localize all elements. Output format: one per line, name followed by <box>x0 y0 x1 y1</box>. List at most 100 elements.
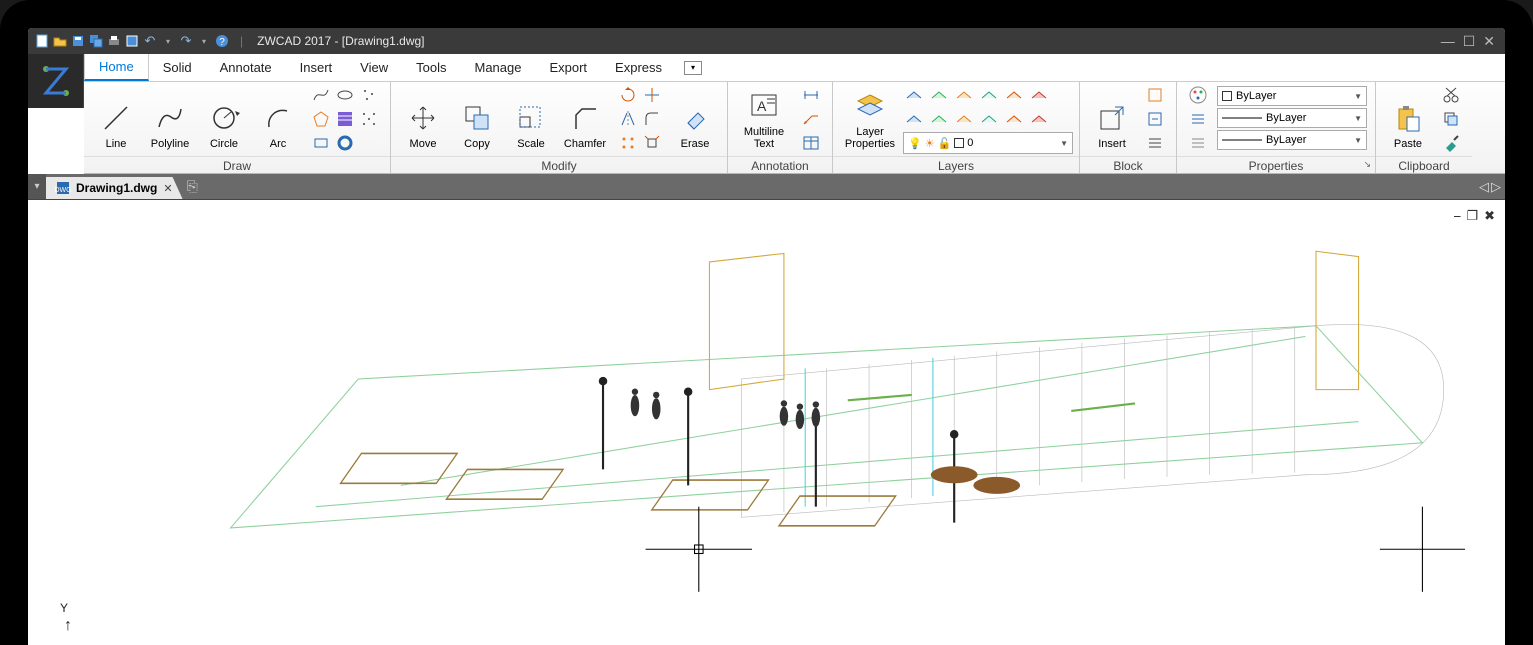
viewport-restore-icon[interactable]: ❐ <box>1466 208 1478 224</box>
polygon-icon[interactable] <box>310 108 332 130</box>
layer-combo[interactable]: 💡 ☀ 🔓 0 ▼ <box>903 132 1073 154</box>
menu-annotate[interactable]: Annotate <box>206 54 286 81</box>
saveall-icon[interactable] <box>88 33 104 49</box>
minimize-button[interactable]: — <box>1441 33 1455 49</box>
ellipse-icon[interactable] <box>334 84 356 106</box>
tab-close-button[interactable]: ✕ <box>163 182 172 195</box>
window-title: ZWCAD 2017 - [Drawing1.dwg] <box>247 34 1431 48</box>
drawing-canvas[interactable]: ⎯ ❐ ✖ Y ↑ <box>28 200 1505 645</box>
app-logo[interactable] <box>28 54 84 108</box>
menu-solid[interactable]: Solid <box>149 54 206 81</box>
open-icon[interactable] <box>52 33 68 49</box>
palette-icon[interactable] <box>1187 84 1209 106</box>
document-tab[interactable]: DWG Drawing1.dwg ✕ <box>46 177 183 199</box>
list-icon[interactable] <box>1187 132 1209 154</box>
attrib-icon[interactable] <box>1144 132 1166 154</box>
copyclip-icon[interactable] <box>1440 108 1462 130</box>
rectangle-icon[interactable] <box>310 132 332 154</box>
erase-icon <box>679 102 711 134</box>
brush-icon[interactable] <box>1440 132 1462 154</box>
viewport-close-icon[interactable]: ✖ <box>1484 208 1495 224</box>
undo-dropdown-icon[interactable]: ▾ <box>160 33 176 49</box>
menu-express[interactable]: Express <box>601 54 676 81</box>
cut-icon[interactable] <box>1440 84 1462 106</box>
paste-button[interactable]: Paste <box>1382 86 1434 152</box>
scale-button[interactable]: Scale <box>505 86 557 152</box>
layer-s6-icon[interactable] <box>1028 108 1050 130</box>
explode-icon[interactable] <box>641 132 663 154</box>
layer-thaw-icon[interactable] <box>1028 84 1050 106</box>
layers-icon <box>854 90 886 122</box>
redo-icon[interactable]: ↷ <box>178 33 194 49</box>
insert-button[interactable]: Insert <box>1086 86 1138 152</box>
panel-properties-label: Properties <box>1177 156 1375 176</box>
arc-label: Arc <box>270 138 287 150</box>
save-icon[interactable] <box>70 33 86 49</box>
hatch-icon[interactable] <box>334 108 356 130</box>
leader-icon[interactable] <box>800 108 822 130</box>
trim-icon[interactable] <box>641 84 663 106</box>
chamfer-label: Chamfer <box>564 138 606 150</box>
move-button[interactable]: Move <box>397 86 449 152</box>
edit-block-icon[interactable] <box>1144 108 1166 130</box>
svg-text:?: ? <box>219 37 225 48</box>
menu-export[interactable]: Export <box>535 54 601 81</box>
match-icon[interactable] <box>1187 108 1209 130</box>
rotate-icon[interactable] <box>617 84 639 106</box>
dimension-icon[interactable] <box>800 84 822 106</box>
redo-dropdown-icon[interactable]: ▾ <box>196 33 212 49</box>
text-icon: A <box>748 90 780 122</box>
new-tab-button[interactable]: ⎘ <box>187 178 198 195</box>
erase-button[interactable]: Erase <box>669 86 721 152</box>
maximize-button[interactable]: ☐ <box>1463 33 1476 50</box>
help-icon[interactable]: ? <box>214 33 230 49</box>
layer-s2-icon[interactable] <box>928 108 950 130</box>
close-button[interactable]: ✕ <box>1483 33 1495 50</box>
mirror-icon[interactable] <box>617 108 639 130</box>
tab-nav-left[interactable]: ◁ <box>1479 179 1489 195</box>
viewport-minimize-icon[interactable]: ⎯ <box>1454 208 1461 224</box>
undo-icon[interactable]: ↶ <box>142 33 158 49</box>
menu-insert[interactable]: Insert <box>286 54 347 81</box>
new-icon[interactable] <box>34 33 50 49</box>
preview-icon[interactable] <box>124 33 140 49</box>
array-icon[interactable] <box>617 132 639 154</box>
donut-icon[interactable] <box>334 132 356 154</box>
line-button[interactable]: Line <box>90 86 142 152</box>
print-icon[interactable] <box>106 33 122 49</box>
layer-s4-icon[interactable] <box>978 108 1000 130</box>
lineweight-combo[interactable]: ByLayer▼ <box>1217 130 1367 150</box>
copy-button[interactable]: Copy <box>451 86 503 152</box>
panel-block: Insert Block <box>1080 82 1177 173</box>
layer-on-icon[interactable] <box>1003 84 1025 106</box>
ribbon-toggle[interactable]: ▾ <box>684 61 702 75</box>
arc-button[interactable]: Arc <box>252 86 304 152</box>
menu-home[interactable]: Home <box>84 54 149 81</box>
polyline-button[interactable]: Polyline <box>144 86 196 152</box>
layer-properties-button[interactable]: Layer Properties <box>839 86 901 152</box>
layer-s5-icon[interactable] <box>1003 108 1025 130</box>
layer-lock-icon[interactable] <box>953 84 975 106</box>
layer-s1-icon[interactable] <box>903 108 925 130</box>
linetype-value: ByLayer <box>1266 112 1306 124</box>
layer-freeze-icon[interactable] <box>928 84 950 106</box>
fillet-icon[interactable] <box>641 108 663 130</box>
menu-manage[interactable]: Manage <box>460 54 535 81</box>
circle-button[interactable]: Circle <box>198 86 250 152</box>
menu-view[interactable]: View <box>346 54 402 81</box>
spline-icon[interactable] <box>310 84 332 106</box>
tab-scroll-left[interactable]: ▾ <box>28 174 46 199</box>
point-icon[interactable] <box>358 84 380 106</box>
layer-off-icon[interactable] <box>903 84 925 106</box>
linetype-combo[interactable]: ByLayer▼ <box>1217 108 1367 128</box>
color-combo[interactable]: ByLayer▼ <box>1217 86 1367 106</box>
multiline-text-button[interactable]: AMultiline Text <box>734 86 794 152</box>
menu-tools[interactable]: Tools <box>402 54 460 81</box>
layer-iso-icon[interactable] <box>978 84 1000 106</box>
multipoint-icon[interactable] <box>358 108 380 130</box>
table-icon[interactable] <box>800 132 822 154</box>
tab-nav-right[interactable]: ▷ <box>1491 179 1501 195</box>
layer-s3-icon[interactable] <box>953 108 975 130</box>
create-block-icon[interactable] <box>1144 84 1166 106</box>
chamfer-button[interactable]: Chamfer <box>559 86 611 152</box>
